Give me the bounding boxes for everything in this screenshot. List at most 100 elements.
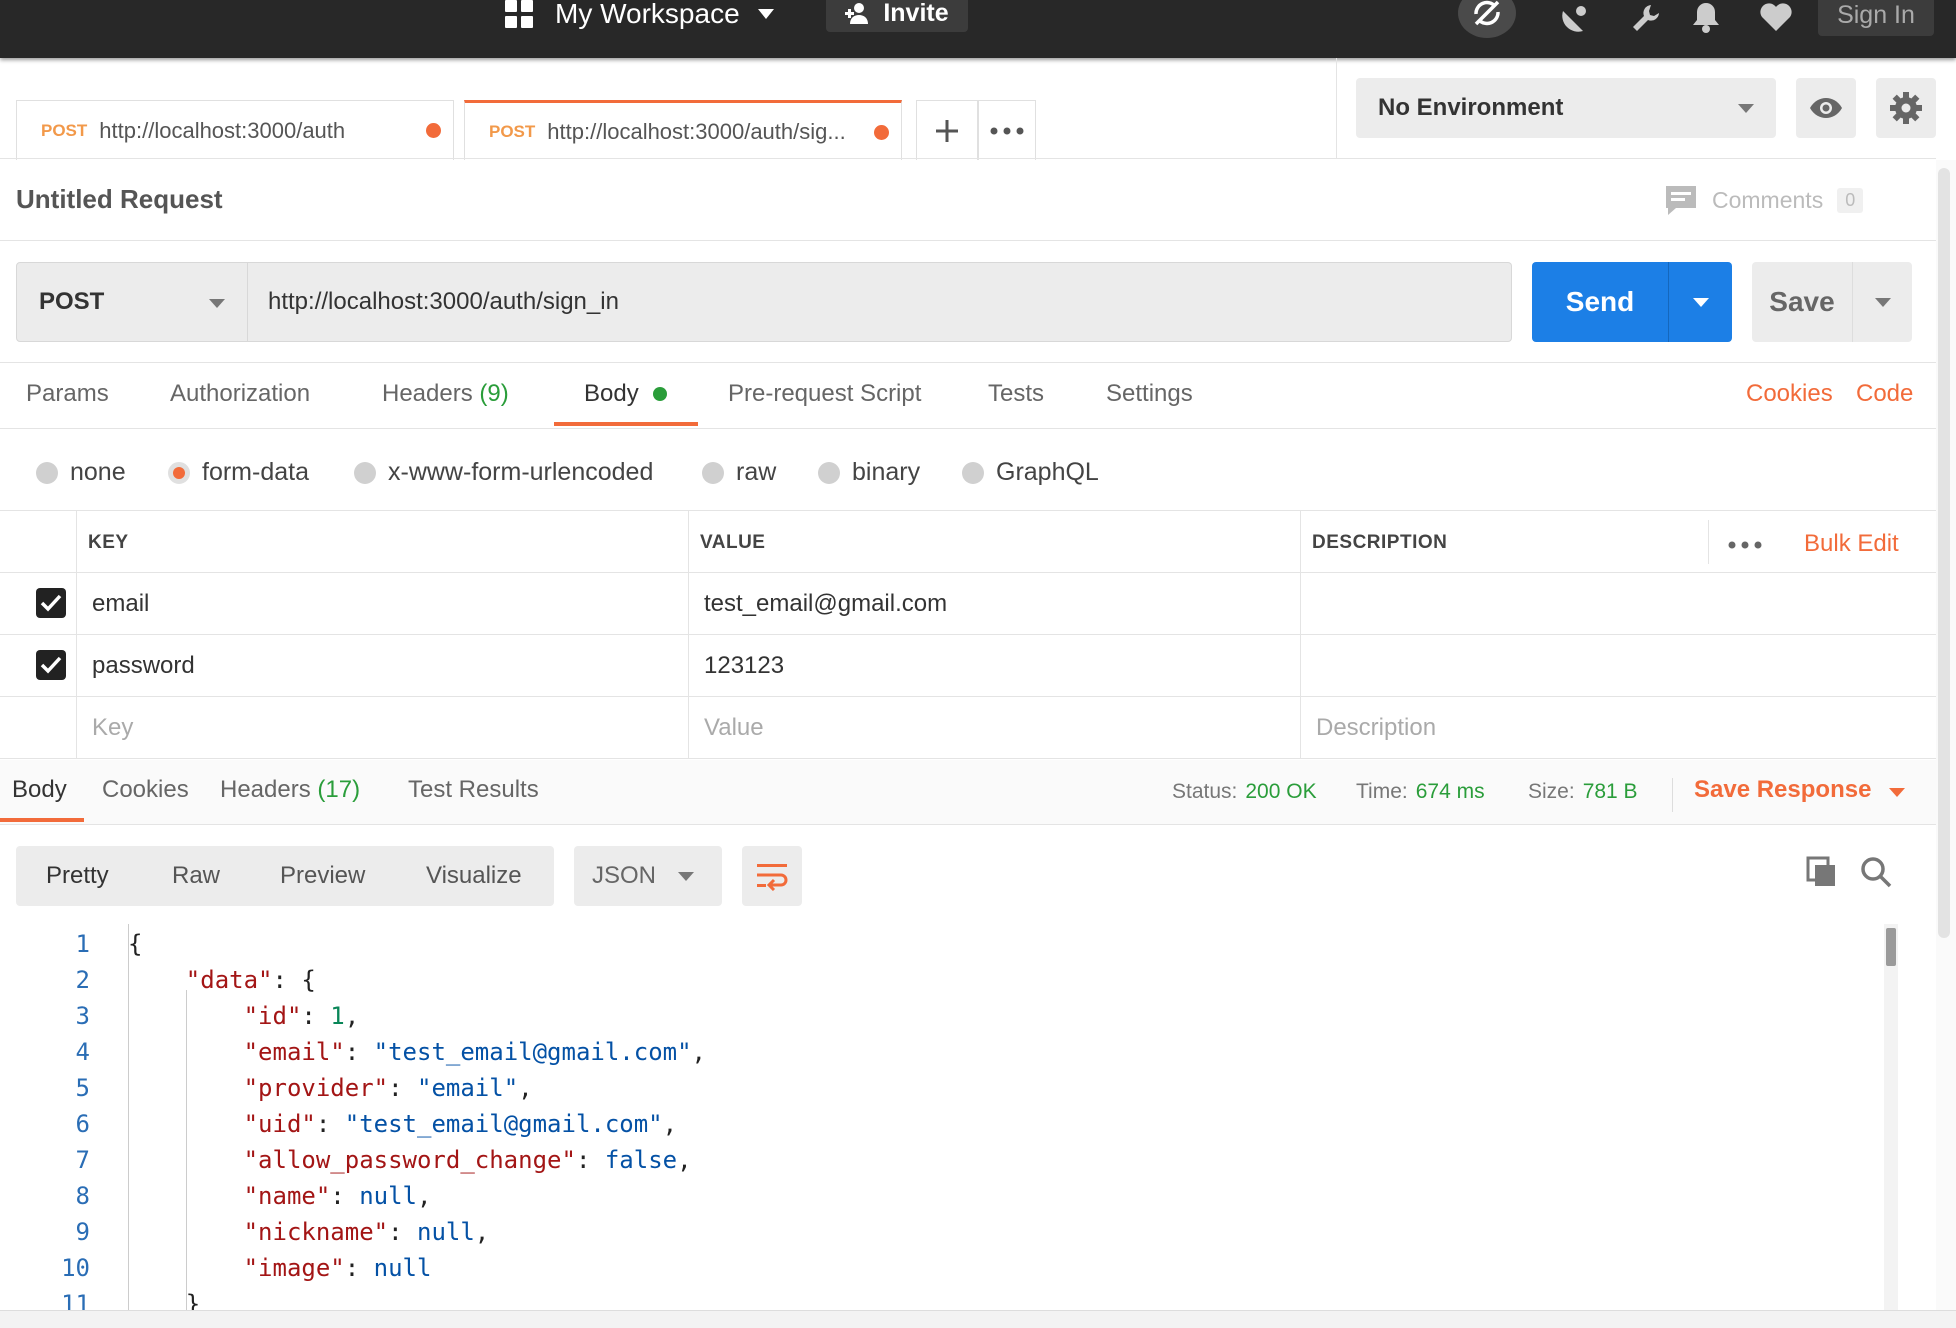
response-tab-headers[interactable]: Headers (17) [220, 776, 360, 804]
response-status: Status: 200 OK [1172, 780, 1317, 804]
save-button[interactable]: Save [1752, 262, 1852, 342]
scrollbar-thumb[interactable] [1938, 168, 1950, 938]
radio-off-icon [702, 461, 724, 484]
tab-settings[interactable]: Settings [1106, 380, 1193, 408]
response-tab-cookies[interactable]: Cookies [102, 776, 189, 804]
status-value: 200 OK [1245, 780, 1317, 803]
table-border [1708, 520, 1709, 564]
copy-icon[interactable] [1806, 856, 1838, 893]
radio-off-icon [36, 461, 58, 484]
more-horizontal-icon [1728, 541, 1762, 549]
tab-params[interactable]: Params [26, 380, 109, 408]
active-tab-underline [554, 422, 698, 426]
code-scrollbar[interactable] [1884, 924, 1898, 1310]
view-tab-pretty[interactable]: Pretty [46, 862, 109, 890]
tab-method: POST [489, 121, 536, 141]
environment-quick-look-button[interactable] [1796, 78, 1856, 138]
scrollbar-thumb[interactable] [1886, 928, 1896, 966]
divider [1672, 778, 1673, 812]
view-tab-preview[interactable]: Preview [280, 862, 365, 890]
satellite-icon[interactable] [1556, 0, 1596, 38]
code-line: "uid": "test_email@gmail.com", [243, 1110, 678, 1138]
radio-label: form-data [202, 458, 309, 486]
code-line: "name": null, [243, 1182, 432, 1210]
key-cell[interactable]: email [92, 590, 149, 618]
radio-x-www-form-urlencoded[interactable]: x-www-form-urlencoded [354, 458, 653, 487]
divider [0, 240, 1936, 241]
search-icon[interactable] [1860, 856, 1892, 893]
key-cell[interactable]: password [92, 652, 195, 680]
radio-off-icon [818, 461, 840, 484]
table-border [0, 634, 1936, 635]
wrench-icon[interactable] [1626, 0, 1666, 38]
value-cell[interactable]: 123123 [704, 652, 784, 680]
table-border [0, 758, 1936, 759]
save-response-button[interactable]: Save Response [1694, 776, 1906, 804]
chevron-down-icon [1874, 297, 1891, 307]
bulk-edit-link[interactable]: Bulk Edit [1804, 530, 1899, 558]
send-button[interactable]: Send [1532, 262, 1668, 342]
line-number: 3 [75, 1002, 90, 1030]
tab-options-button[interactable] [978, 100, 1036, 160]
save-options-button[interactable] [1852, 262, 1912, 342]
request-tab-2[interactable]: POST http://localhost:3000/auth/sig... [464, 100, 902, 160]
new-description-input[interactable]: Description [1316, 714, 1436, 742]
code-link[interactable]: Code [1856, 380, 1913, 408]
chevron-down-icon [757, 9, 774, 19]
tab-body[interactable]: Body [584, 380, 668, 408]
new-key-input[interactable]: Key [92, 714, 133, 742]
sign-in-button[interactable]: Sign In [1818, 0, 1934, 36]
row-checkbox[interactable] [36, 588, 66, 618]
environment-label: No Environment [1378, 94, 1564, 121]
tab-tests[interactable]: Tests [988, 380, 1044, 408]
view-tab-visualize[interactable]: Visualize [426, 862, 522, 890]
code-line: "nickname": null, [243, 1218, 490, 1246]
comments-button[interactable]: Comments 0 [1664, 182, 1864, 218]
row-checkbox[interactable] [36, 650, 66, 680]
view-tab-raw[interactable]: Raw [172, 862, 220, 890]
response-body-code[interactable]: 1 {2 "data": {3 "id": 1, 4 "email": "test_… [0, 924, 1900, 1310]
response-tab-body[interactable]: Body [12, 776, 67, 804]
radio-raw[interactable]: raw [702, 458, 776, 487]
tab-pre-request-script[interactable]: Pre-request Script [728, 380, 921, 408]
code-line: { [128, 930, 143, 958]
tab-authorization[interactable]: Authorization [170, 380, 310, 408]
radio-none[interactable]: none [36, 458, 126, 487]
radio-graphql[interactable]: GraphQL [962, 458, 1099, 487]
cookies-link[interactable]: Cookies [1746, 380, 1833, 408]
sync-status-icon[interactable] [1458, 0, 1516, 38]
table-options-button[interactable] [1728, 536, 1762, 554]
value-cell[interactable]: test_email@gmail.com [704, 590, 947, 618]
save-response-label: Save Response [1694, 776, 1872, 803]
response-tab-test-results[interactable]: Test Results [408, 776, 539, 804]
bell-icon[interactable] [1686, 0, 1726, 38]
workspace-switcher[interactable]: My Workspace [505, 0, 774, 34]
radio-binary[interactable]: binary [818, 458, 920, 487]
new-tab-button[interactable] [916, 100, 978, 160]
status-bar [0, 1310, 1956, 1328]
send-options-button[interactable] [1668, 262, 1732, 342]
request-name[interactable]: Untitled Request [16, 184, 223, 215]
tab-method: POST [41, 120, 88, 140]
url-input[interactable]: http://localhost:3000/auth/sign_in [248, 262, 1512, 342]
radio-off-icon [354, 461, 376, 484]
method-select[interactable]: POST [16, 262, 248, 342]
size-value: 781 B [1582, 780, 1638, 803]
chevron-down-icon [209, 299, 225, 308]
radio-form-data[interactable]: form-data [168, 458, 309, 487]
invite-button[interactable]: Invite [826, 0, 968, 32]
top-bar: My Workspace Invite Sign In [0, 0, 1956, 58]
page-scrollbar[interactable] [1936, 160, 1956, 1328]
request-tab-1[interactable]: POST http://localhost:3000/auth [16, 100, 454, 160]
manage-environments-button[interactable] [1876, 78, 1936, 138]
radio-label: GraphQL [996, 458, 1099, 486]
heart-icon[interactable] [1756, 0, 1796, 38]
tab-headers[interactable]: Headers (9) [382, 380, 509, 408]
wrap-lines-button[interactable] [742, 846, 802, 906]
new-value-input[interactable]: Value [704, 714, 764, 742]
table-border [76, 510, 77, 758]
comments-count: 0 [1837, 187, 1864, 213]
format-select[interactable]: JSON [574, 846, 722, 906]
tab-body-label: Body [584, 380, 639, 407]
environment-select[interactable]: No Environment [1356, 78, 1776, 138]
